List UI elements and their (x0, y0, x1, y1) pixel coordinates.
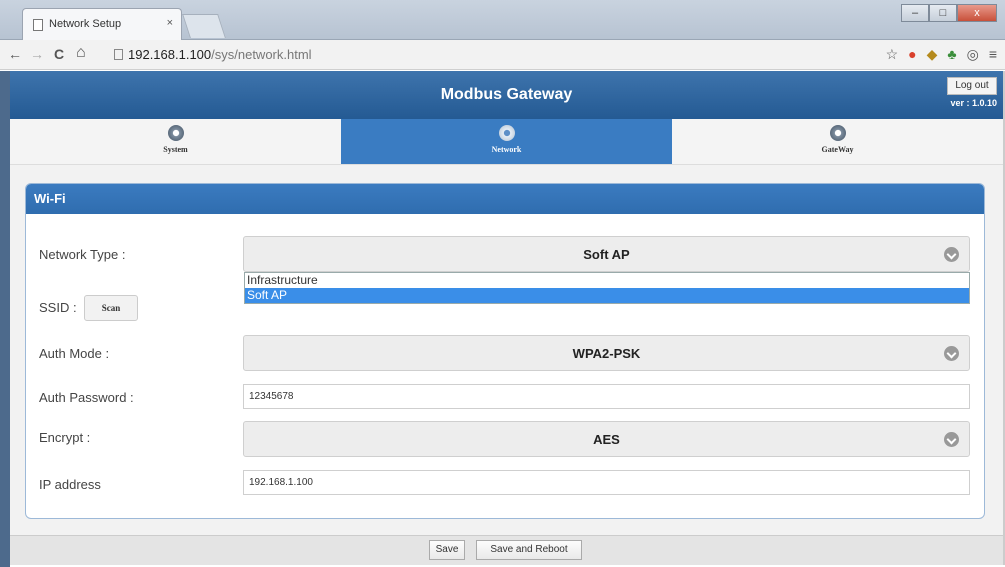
browser-tab[interactable]: Network Setup × (22, 8, 182, 40)
url-path: /sys/network.html (211, 47, 312, 62)
browser-titlebar: Network Setup × – □ x (0, 0, 1005, 40)
url-field[interactable]: 192.168.1.100/sys/network.html (114, 44, 334, 66)
ssid-label: SSID : (39, 300, 77, 315)
address-bar: ← → C ⌂ 192.168.1.100/sys/network.html ☆… (0, 40, 1005, 70)
network-type-label: Network Type : (39, 247, 126, 262)
minimize-button[interactable]: – (901, 4, 929, 22)
tab-network[interactable]: Network (341, 119, 672, 164)
chevron-down-icon (944, 247, 959, 262)
home-icon[interactable]: ⌂ (76, 44, 86, 62)
app-header: Modbus Gateway Log out ver : 1.0.10 (10, 71, 1003, 119)
extension-red-icon[interactable]: ● (908, 46, 916, 63)
window-controls: – □ x (901, 4, 997, 22)
auth-password-label: Auth Password : (39, 390, 134, 405)
network-icon (498, 125, 515, 141)
main-nav-tabs: System Network GateWay (10, 119, 1003, 165)
dropdown-option-soft-ap[interactable]: Soft AP (245, 288, 969, 303)
action-bar: Save Save and Reboot (10, 535, 1003, 565)
close-window-button[interactable]: x (957, 4, 997, 22)
extension-circle-icon[interactable]: ◎ (967, 46, 979, 63)
maximize-button[interactable]: □ (929, 4, 957, 22)
auth-mode-value: WPA2-PSK (572, 346, 641, 361)
logout-button[interactable]: Log out (947, 77, 997, 95)
tab-label: GateWay (821, 145, 854, 154)
new-tab-button[interactable] (182, 14, 226, 38)
gateway-icon (829, 125, 846, 141)
encrypt-select[interactable]: AES (243, 421, 970, 457)
auth-mode-select[interactable]: WPA2-PSK (243, 335, 970, 371)
chevron-down-icon (944, 432, 959, 447)
auth-mode-label: Auth Mode : (39, 346, 110, 361)
bookmark-star-icon[interactable]: ☆ (886, 46, 899, 63)
page-icon (114, 49, 123, 60)
tab-title: Network Setup (49, 18, 122, 30)
encrypt-label: Encrypt : (39, 430, 91, 445)
app-title: Modbus Gateway (440, 86, 573, 103)
scan-button[interactable]: Scan (84, 295, 138, 321)
extension-green-icon[interactable]: ♣ (947, 46, 956, 63)
forward-arrow-icon[interactable]: → (30, 46, 44, 62)
background-strip (0, 71, 10, 567)
network-type-value: Soft AP (583, 247, 630, 262)
browser-window: Network Setup × – □ x ← → C ⌂ 192.168.1.… (0, 0, 1005, 567)
version-label: ver : 1.0.10 (950, 98, 997, 108)
save-and-reboot-button[interactable]: Save and Reboot (476, 540, 582, 560)
network-type-select[interactable]: Soft AP (243, 236, 970, 272)
auth-password-field[interactable]: 12345678 (243, 384, 970, 409)
tab-close-icon[interactable]: × (167, 17, 173, 29)
reload-icon[interactable]: C (54, 46, 64, 62)
panel-title: Wi-Fi (26, 184, 984, 214)
back-arrow-icon[interactable]: ← (8, 46, 22, 62)
chevron-down-icon (944, 346, 959, 361)
page-icon (33, 19, 43, 31)
menu-icon[interactable]: ≡ (989, 46, 997, 63)
system-icon (167, 125, 184, 141)
dropdown-option-infrastructure[interactable]: Infrastructure (245, 273, 969, 288)
tab-label: Network (491, 145, 522, 154)
network-type-dropdown: Infrastructure Soft AP (244, 272, 970, 304)
tab-label: System (163, 145, 188, 154)
encrypt-value: AES (593, 432, 620, 447)
tab-gateway[interactable]: GateWay (672, 119, 1003, 164)
save-button[interactable]: Save (429, 540, 465, 560)
url-host: 192.168.1.100 (128, 47, 212, 62)
ip-address-label: IP address (39, 477, 101, 492)
tab-system[interactable]: System (10, 119, 341, 164)
browser-toolbar-icons: ☆ ● ◆ ♣ ◎ ≡ (886, 46, 997, 63)
extension-yellow-icon[interactable]: ◆ (927, 46, 938, 63)
ip-address-field[interactable]: 192.168.1.100 (243, 470, 970, 495)
